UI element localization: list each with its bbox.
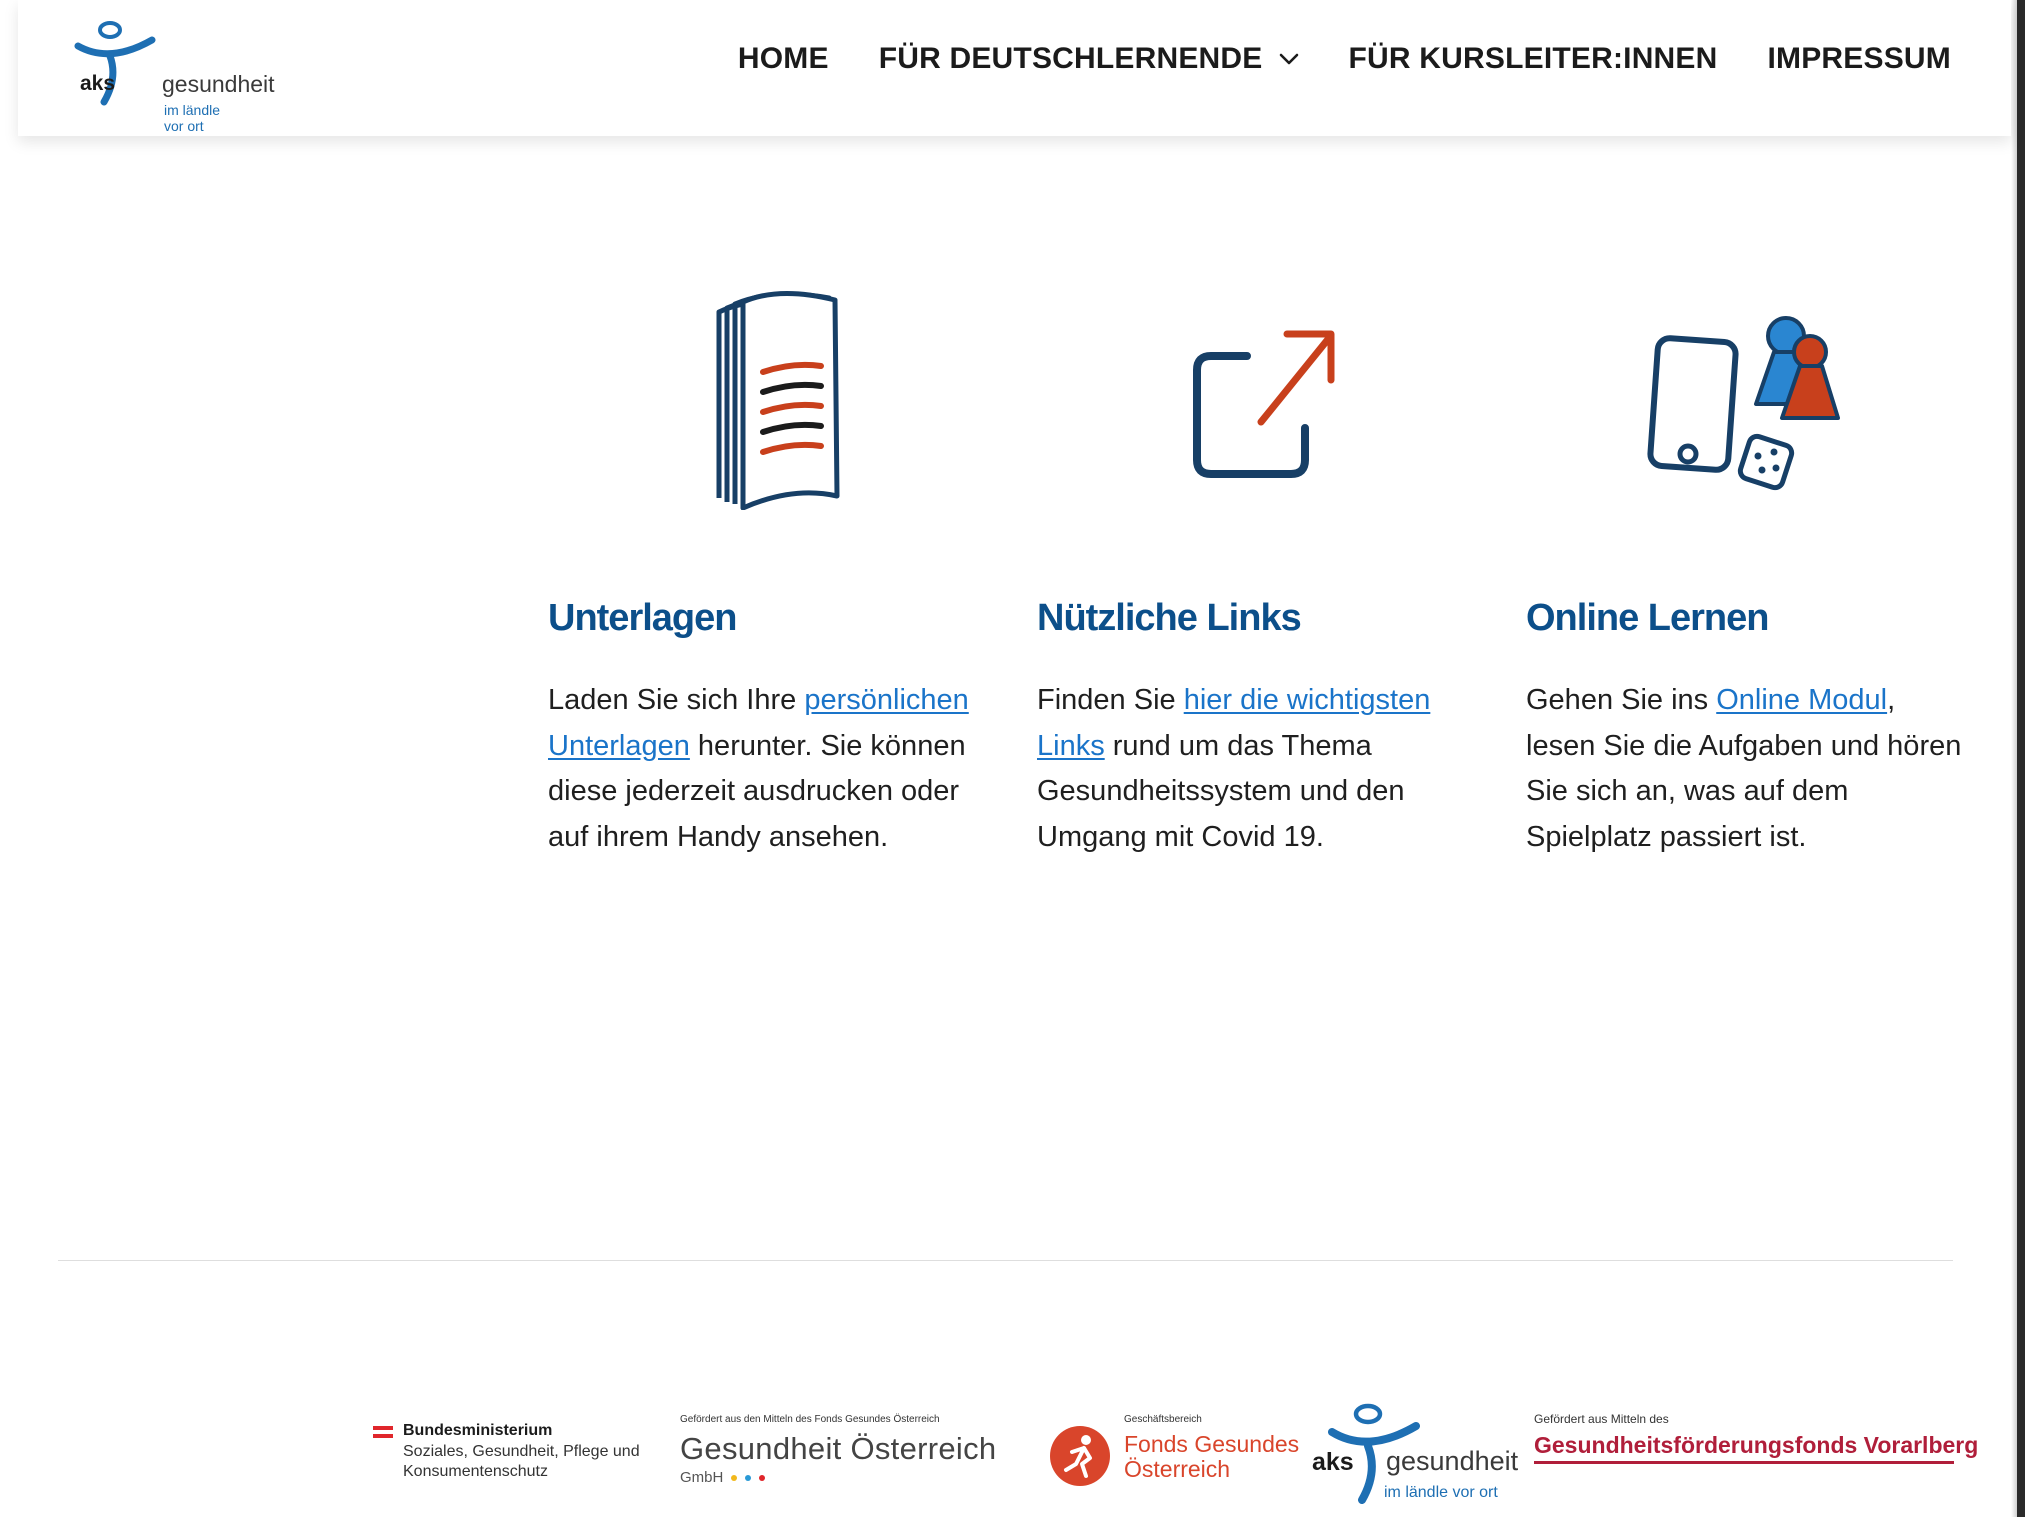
footer-divider (58, 1260, 1953, 1261)
feature-nuetzliche-links: Nützliche Links Finden Sie hier die wich… (1037, 280, 1477, 860)
nav-home-label: HOME (737, 42, 829, 75)
feature-text: Laden Sie sich Ihre persönlichen Unterla… (548, 678, 988, 860)
sponsor-gfv-name: Gesundheitsförderungsfonds Vorarlberg (1534, 1432, 1978, 1464)
dot-icon (745, 1474, 752, 1481)
external-link-icon (1193, 330, 1335, 478)
site-logo[interactable]: aks gesundheit im ländle vor ort (60, 16, 275, 134)
nav-fuer-deutschlernende[interactable]: FÜR DEUTSCHLERNENDE (879, 42, 1299, 76)
phone-game-icon (1647, 316, 1840, 491)
dot-icon (759, 1474, 766, 1481)
site-header: aks gesundheit im ländle vor ort HOME FÜ… (18, 0, 2011, 136)
feature-icon-wrap (548, 280, 988, 520)
feature-online-lernen: Online Lernen Gehen Sie ins Online Modul… (1526, 280, 1966, 860)
online-modul-link[interactable]: Online Modul (1716, 684, 1887, 716)
sponsor-bmsgpk-title: Bundesministerium (403, 1422, 553, 1439)
feature-text-before: Gehen Sie ins (1526, 684, 1717, 716)
feature-text: Finden Sie hier die wichtigsten Links ru… (1037, 678, 1477, 860)
nav-fuer-kursleiter[interactable]: FÜR KURSLEITER:INNEN (1349, 42, 1718, 76)
sponsor-goe-gmbh-row: GmbH (680, 1469, 970, 1486)
fgoe-runner-icon (1050, 1426, 1110, 1486)
sponsor-gesundheit-oesterreich[interactable]: Gefördert aus den Mitteln des Fonds Gesu… (680, 1414, 997, 1486)
nav-fuer-kursleiter-label: FÜR KURSLEITER:INNEN (1348, 42, 1718, 75)
main-nav: HOME FÜR DEUTSCHLERNENDE FÜR KURSLEITER:… (738, 42, 1951, 76)
documents-icon (716, 291, 840, 510)
feature-icon-wrap (1526, 280, 1966, 520)
logo-name: gesundheit (162, 71, 275, 97)
logo-tagline: im ländle vor ort (164, 102, 221, 134)
window-edge (2017, 0, 2025, 1517)
sponsor-goe-name: Gesundheit Österreich (680, 1431, 997, 1466)
feature-title: Online Lernen (1526, 597, 1769, 639)
sponsor-fgoe-name: Fonds Gesundes Österreich (1124, 1432, 1299, 1482)
sponsor-aks-tagline: im ländle vor ort (1384, 1484, 1498, 1501)
dot-icon (731, 1474, 738, 1481)
nav-impressum[interactable]: IMPRESSUM (1768, 42, 1952, 76)
nav-impressum-label: IMPRESSUM (1767, 42, 1951, 75)
feature-text-before: Finden Sie (1037, 684, 1184, 716)
sponsor-bmsgpk-sub: Soziales, Gesundheit, Pflege und Konsume… (403, 1443, 640, 1480)
austria-flag-icon (373, 1426, 393, 1438)
feature-icon-wrap (1037, 280, 1477, 520)
sponsor-fgoe-name-line2: Österreich (1124, 1456, 1231, 1482)
logo-brand: aks (80, 72, 116, 95)
sponsor-fgoe-small: Geschäftsbereich (1124, 1414, 1202, 1425)
sponsor-aks-gesundheit[interactable]: aks gesundheit im ländle vor ort (1312, 1400, 1518, 1504)
feature-text: Gehen Sie ins Online Modul, lesen Sie di… (1526, 678, 1966, 860)
sponsor-gfv-small: Gefördert aus Mitteln des (1534, 1412, 1669, 1426)
feature-title: Nützliche Links (1037, 597, 1302, 639)
feature-text-before: Laden Sie sich Ihre (548, 684, 805, 716)
feature-title: Unterlagen (548, 597, 737, 639)
nav-home[interactable]: HOME (738, 42, 829, 76)
sponsor-fgoe-name-line1: Fonds Gesundes (1124, 1431, 1300, 1457)
sponsor-aks-brand: aks (1312, 1448, 1354, 1476)
sponsor-gesundheitsfoerderungsfonds-vorarlberg[interactable]: Gefördert aus Mitteln des Gesundheitsför… (1534, 1412, 1978, 1464)
chevron-down-icon[interactable] (1279, 52, 1299, 66)
feature-unterlagen: Unterlagen Laden Sie sich Ihre persönlic… (548, 280, 988, 860)
sponsor-goe-gmbh: GmbH (680, 1469, 724, 1486)
nav-fuer-deutschlernende-label: FÜR DEUTSCHLERNENDE (878, 42, 1263, 75)
sponsor-goe-small: Gefördert aus den Mitteln des Fonds Gesu… (680, 1414, 940, 1425)
sponsor-aks-name: gesundheit (1386, 1446, 1519, 1476)
